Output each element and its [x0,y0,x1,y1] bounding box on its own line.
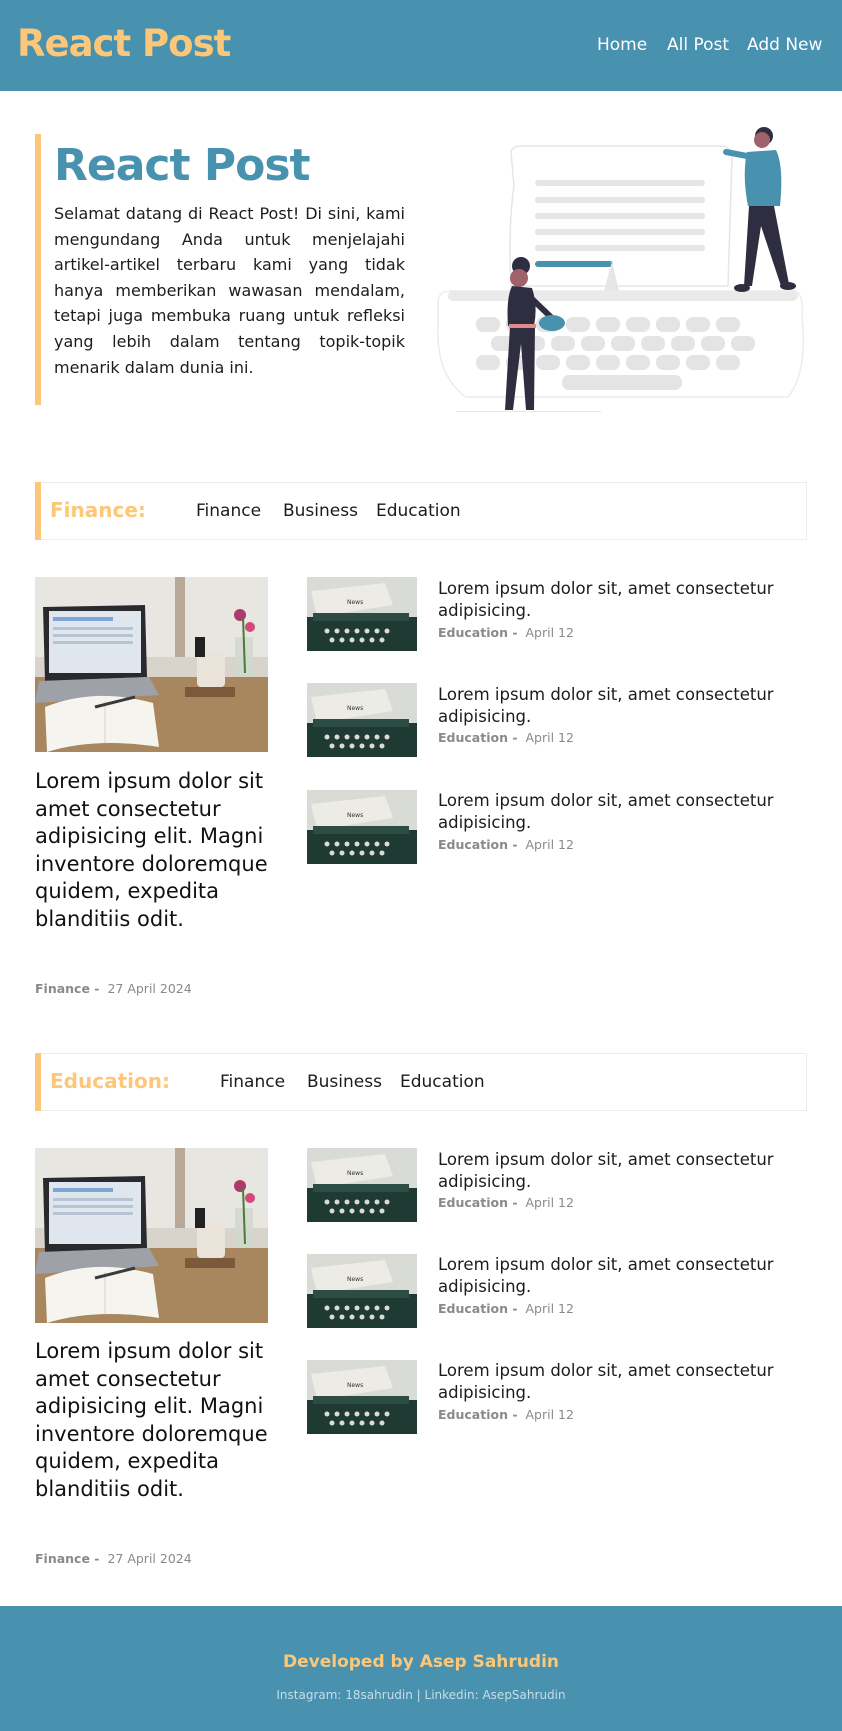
nav-link-all-post[interactable]: All Post [667,35,729,55]
post-title[interactable]: Lorem ipsum dolor sit, amet consectetur … [438,790,818,834]
section-header-education: Education: Finance Business Education [35,1053,807,1111]
post-category[interactable]: Education - [438,1407,518,1422]
post-thumbnail[interactable]: News [307,1148,417,1222]
post-title[interactable]: Lorem ipsum dolor sit, amet consectetur … [438,578,818,622]
post-meta: Education - April 12 [438,625,574,640]
category-tab-finance[interactable]: Finance [196,501,261,521]
category-tab-education[interactable]: Education [376,501,461,521]
featured-post-date: 27 April 2024 [107,1551,192,1566]
section-accent-bar [35,1053,41,1111]
post-date: April 12 [525,1301,574,1316]
post-category[interactable]: Education - [438,1195,518,1210]
post-title[interactable]: Lorem ipsum dolor sit, amet consectetur … [438,1149,818,1193]
post-date: April 12 [525,837,574,852]
nav-link-home[interactable]: Home [597,35,647,55]
svg-text:News: News [347,1276,363,1283]
post-title[interactable]: Lorem ipsum dolor sit, amet consectetur … [438,1360,818,1404]
post-date: April 12 [525,1195,574,1210]
post-category[interactable]: Education - [438,1301,518,1316]
svg-text:News: News [347,599,363,606]
navbar: React Post Home All Post Add New [0,0,842,91]
post-title[interactable]: Lorem ipsum dolor sit, amet consectetur … [438,1254,818,1298]
post-thumbnail[interactable]: News [307,577,417,651]
svg-text:News: News [347,812,363,819]
section-accent-bar [35,482,41,540]
post-category[interactable]: Education - [438,625,518,640]
post-meta: Education - April 12 [438,837,574,852]
featured-post-meta: Finance - 27 April 2024 [35,1551,192,1566]
post-date: April 12 [525,625,574,640]
post-thumbnail[interactable]: News [307,683,417,757]
category-tab-education[interactable]: Education [400,1072,485,1092]
post-meta: Education - April 12 [438,730,574,745]
post-thumbnail[interactable]: News [307,1254,417,1328]
featured-post-date: 27 April 2024 [107,981,192,996]
section-label: Finance: [50,498,146,522]
hero-typewriter-illustration [437,127,805,412]
category-tab-business[interactable]: Business [283,501,358,521]
svg-text:News: News [347,1382,363,1389]
post-thumbnail[interactable]: News [307,790,417,864]
featured-post-meta: Finance - 27 April 2024 [35,981,192,996]
post-thumbnail[interactable]: News [307,1360,417,1434]
svg-text:News: News [347,705,363,712]
footer-credit: Developed by Asep Sahrudin [282,1652,559,1672]
category-tab-business[interactable]: Business [307,1072,382,1092]
brand-logo[interactable]: React Post [17,22,231,65]
category-tab-finance[interactable]: Finance [220,1072,285,1092]
featured-post-category[interactable]: Finance - [35,981,99,996]
post-category[interactable]: Education - [438,730,518,745]
featured-post-title[interactable]: Lorem ipsum dolor sit amet consectetur a… [35,1338,275,1503]
post-date: April 12 [525,1407,574,1422]
footer: Developed by Asep Sahrudin Instagram: 18… [0,1606,842,1731]
post-category[interactable]: Education - [438,837,518,852]
footer-social-links[interactable]: Instagram: 18sahrudin | Linkedin: AsepSa… [0,1688,842,1702]
hero-title: React Post [54,140,311,191]
section-header-finance: Finance: Finance Business Education [35,482,807,540]
featured-post-image[interactable] [35,577,268,752]
post-date: April 12 [525,730,574,745]
featured-post-category[interactable]: Finance - [35,1551,99,1566]
post-meta: Education - April 12 [438,1195,574,1210]
svg-text:News: News [347,1170,363,1177]
nav-link-add-new[interactable]: Add New [747,35,822,55]
post-meta: Education - April 12 [438,1301,574,1316]
post-meta: Education - April 12 [438,1407,574,1422]
featured-post-title[interactable]: Lorem ipsum dolor sit amet consectetur a… [35,768,275,933]
post-title[interactable]: Lorem ipsum dolor sit, amet consectetur … [438,684,818,728]
hero-description: Selamat datang di React Post! Di sini, k… [54,204,405,377]
section-label: Education: [50,1069,170,1093]
hero-accent-bar [35,134,41,405]
featured-post-image[interactable] [35,1148,268,1323]
